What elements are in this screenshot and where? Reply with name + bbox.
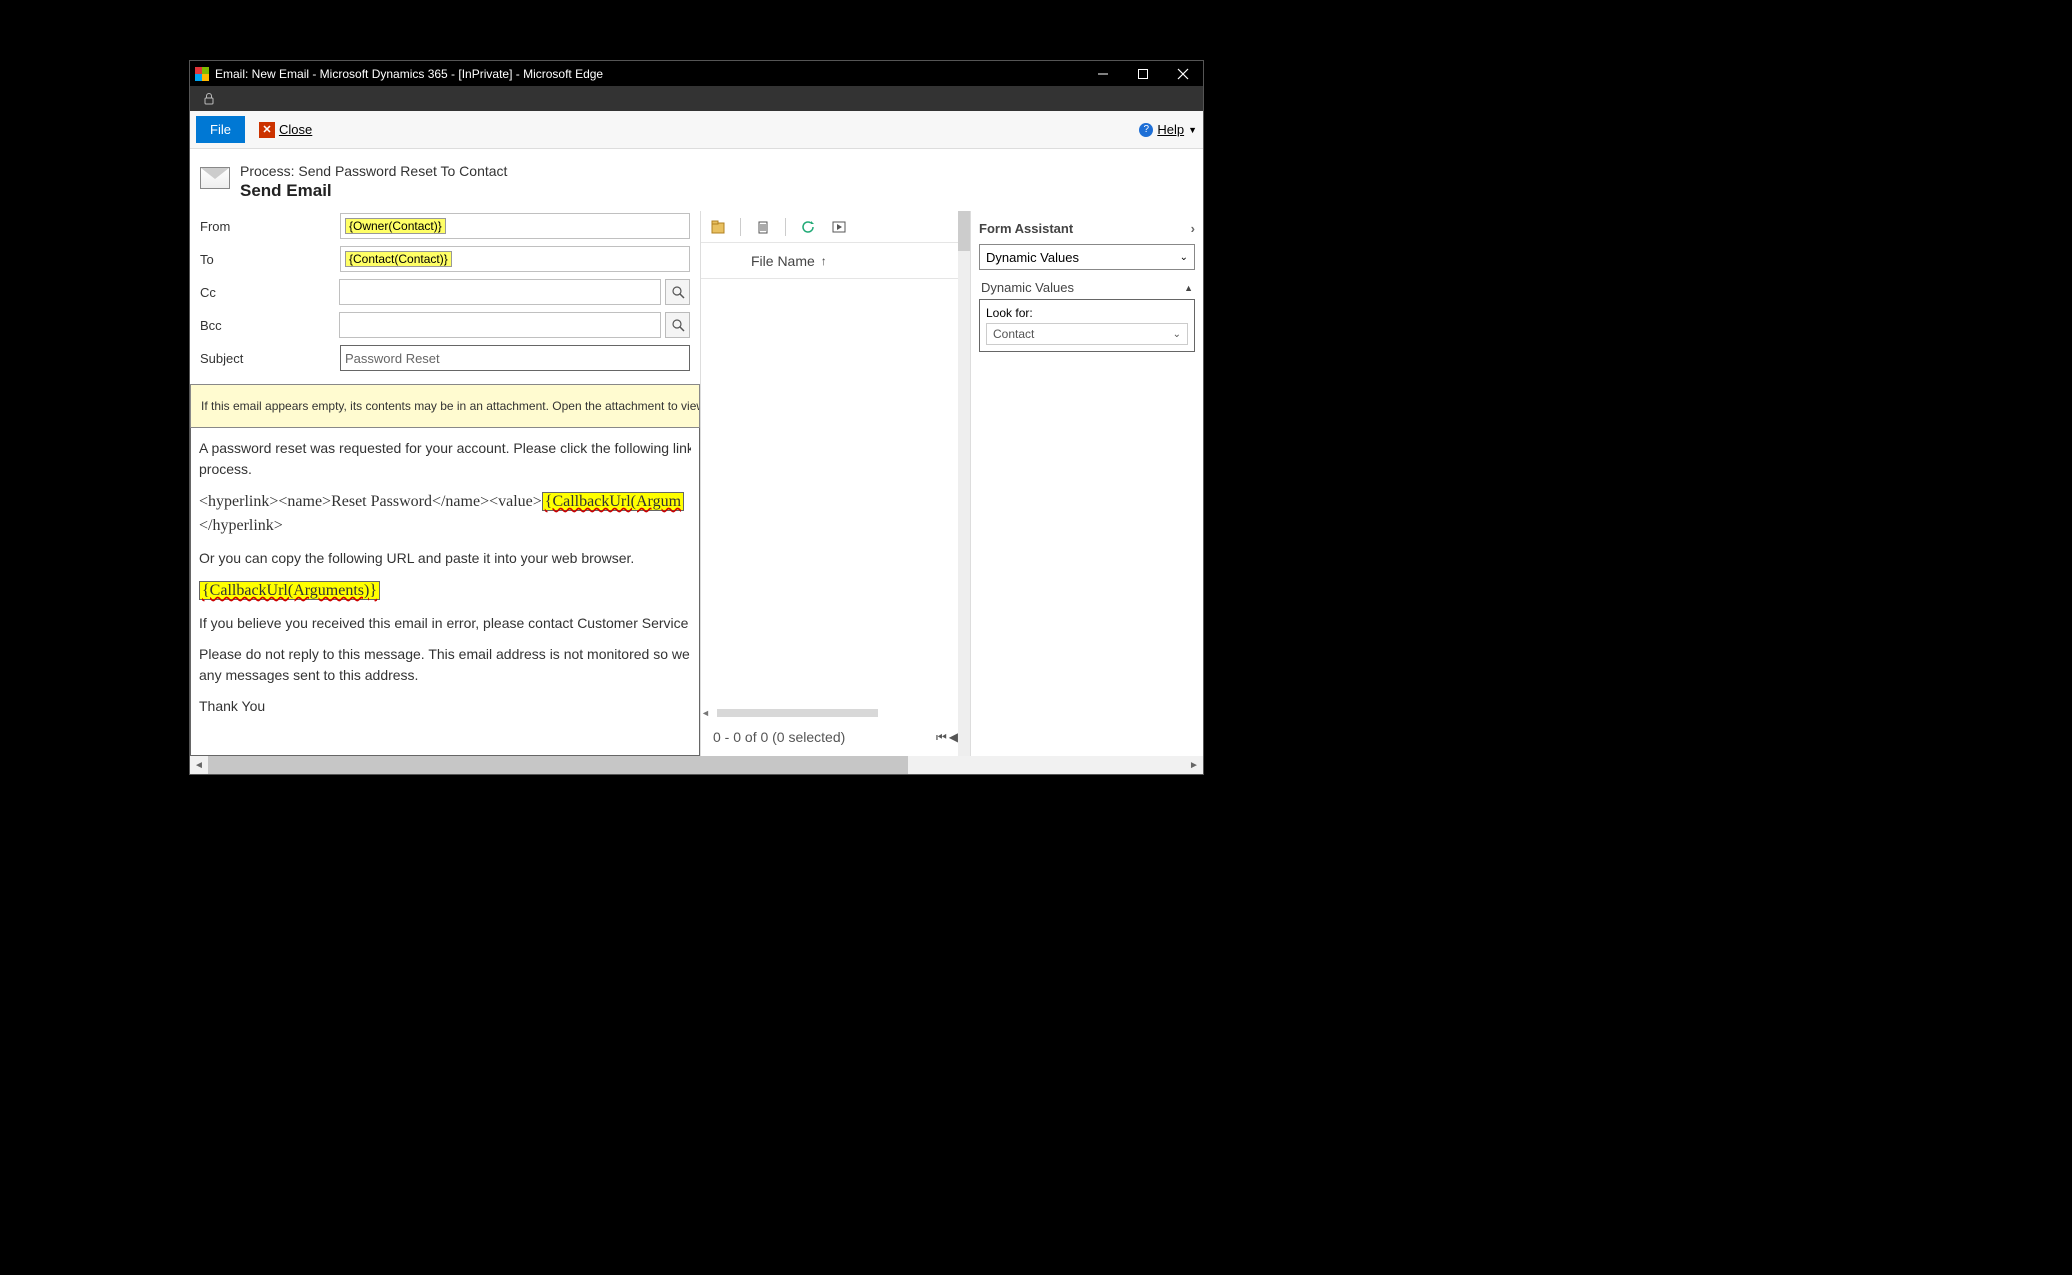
subject-input[interactable]: Password Reset	[340, 345, 690, 371]
sort-asc-icon: ↑	[821, 254, 827, 268]
windows-logo-icon	[195, 67, 209, 81]
close-icon: ✕	[259, 122, 275, 138]
play-icon[interactable]	[830, 218, 848, 236]
chevron-down-icon: ▼	[1188, 125, 1197, 135]
maximize-button[interactable]	[1123, 61, 1163, 86]
chevron-down-icon: ⌄	[1173, 329, 1181, 340]
attachments-vscroll[interactable]	[958, 211, 970, 756]
page-first-icon[interactable]: ⏮	[936, 730, 947, 745]
lookfor-select[interactable]: Contact ⌄	[986, 323, 1188, 345]
minimize-button[interactable]	[1083, 61, 1123, 86]
page-header: Process: Send Password Reset To Contact …	[190, 149, 1203, 211]
form-assistant-title: Form Assistant	[979, 221, 1073, 236]
app-window: Email: New Email - Microsoft Dynamics 36…	[189, 60, 1204, 775]
titlebar: Email: New Email - Microsoft Dynamics 36…	[190, 61, 1203, 86]
body-p3: Or you can copy the following URL and pa…	[199, 548, 691, 569]
attachments-status: 0 - 0 of 0 (0 selected) ⏮ ◀	[701, 718, 970, 756]
close-label: Close	[279, 122, 312, 137]
collapse-icon[interactable]: ▲	[1184, 283, 1193, 293]
close-button[interactable]: ✕ Close	[259, 122, 312, 138]
file-menu-button[interactable]: File	[196, 116, 245, 143]
email-icon	[200, 167, 230, 189]
bcc-input[interactable]	[339, 312, 661, 338]
attachments-list[interactable]	[701, 279, 970, 708]
cc-label: Cc	[200, 285, 339, 300]
help-label: Help	[1157, 122, 1184, 137]
address-bar	[190, 86, 1203, 111]
body-p1: A password reset was requested for your …	[199, 438, 691, 459]
window-title: Email: New Email - Microsoft Dynamics 36…	[215, 67, 1083, 81]
body-hyperlink-line: <hyperlink><name>Reset Password</name><v…	[199, 490, 691, 514]
from-input[interactable]: {Owner(Contact)}	[340, 213, 690, 239]
to-input[interactable]: {Contact(Contact)}	[340, 246, 690, 272]
body-p6a: Please do not reply to this message. Thi…	[199, 644, 691, 665]
dynamic-values-header: Dynamic Values	[981, 280, 1074, 295]
scroll-left-icon[interactable]: ◄	[190, 760, 208, 771]
attachments-toolbar	[701, 211, 970, 243]
subject-label: Subject	[200, 351, 340, 366]
search-icon	[671, 318, 685, 332]
search-icon	[671, 285, 685, 299]
from-label: From	[200, 219, 340, 234]
content-hscrollbar[interactable]: ◄ ►	[190, 756, 1203, 774]
ribbon: File ✕ Close ? Help ▼	[190, 111, 1203, 149]
body-callback-token: {CallbackUrl(Arguments)}	[199, 579, 691, 603]
page-prev-icon[interactable]: ◀	[949, 730, 958, 745]
body-hyperlink-close: </hyperlink>	[199, 514, 691, 538]
attachments-column-header[interactable]: File Name ↑	[701, 243, 970, 279]
email-form: From {Owner(Contact)} To {Contact(Contac…	[190, 211, 970, 756]
form-assistant-pane: Form Assistant › Dynamic Values ⌄ Dynami…	[970, 211, 1203, 756]
lookfor-box: Look for: Contact ⌄	[979, 299, 1195, 352]
bcc-label: Bcc	[200, 318, 339, 333]
to-token: {Contact(Contact)}	[345, 251, 452, 267]
chevron-right-icon[interactable]: ›	[1191, 221, 1195, 236]
close-window-button[interactable]	[1163, 61, 1203, 86]
cc-input[interactable]	[339, 279, 661, 305]
empty-email-banner: If this email appears empty, its content…	[190, 384, 700, 428]
help-icon: ?	[1139, 123, 1153, 137]
email-body-editor[interactable]: A password reset was requested for your …	[190, 428, 700, 756]
help-menu-button[interactable]: ? Help ▼	[1139, 122, 1197, 137]
delete-attachment-icon[interactable]	[754, 218, 772, 236]
process-title: Process: Send Password Reset To Contact	[240, 163, 507, 179]
chevron-down-icon: ⌄	[1180, 252, 1188, 263]
body-p5: If you believe you received this email i…	[199, 613, 691, 634]
subject-value: Password Reset	[345, 351, 440, 366]
to-label: To	[200, 252, 340, 267]
new-attachment-icon[interactable]	[709, 218, 727, 236]
scroll-right-icon[interactable]: ►	[1185, 760, 1203, 771]
refresh-icon[interactable]	[799, 218, 817, 236]
body-p1b: process.	[199, 459, 691, 480]
body-p6b: any messages sent to this address.	[199, 665, 691, 686]
from-token: {Owner(Contact)}	[345, 218, 446, 234]
attachments-pane: File Name ↑ ◄ 0 - 0 of 0 (0 selected)	[700, 211, 970, 756]
body-p7: Thank You	[199, 696, 691, 717]
attachments-hscroll[interactable]: ◄	[701, 708, 970, 718]
action-title: Send Email	[240, 181, 507, 201]
lookfor-label: Look for:	[986, 306, 1188, 320]
cc-lookup-button[interactable]	[665, 279, 690, 305]
bcc-lookup-button[interactable]	[665, 312, 690, 338]
lock-icon	[202, 92, 216, 106]
form-assistant-mode-select[interactable]: Dynamic Values ⌄	[979, 244, 1195, 270]
